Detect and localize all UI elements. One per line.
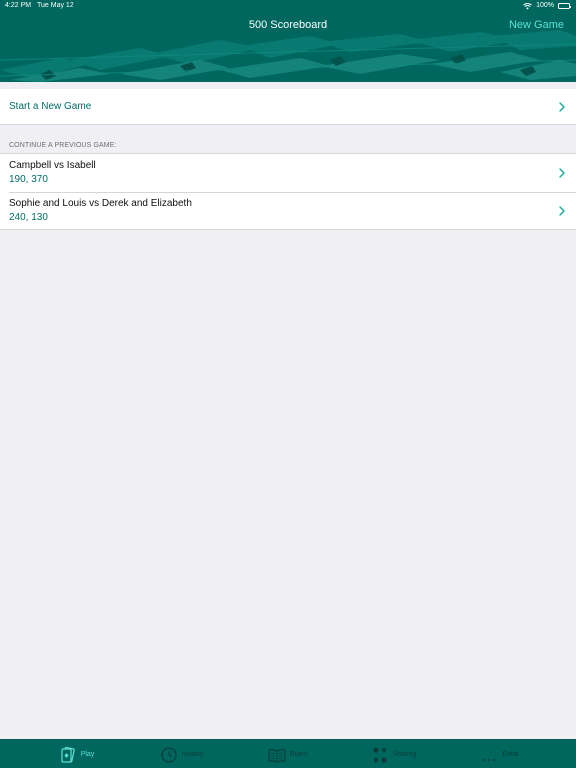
game-score: 240, 130: [9, 211, 48, 223]
tab-play-label: Play: [80, 751, 95, 758]
more-dots-icon: [483, 758, 496, 761]
start-new-game-row[interactable]: Start a New Game: [0, 89, 576, 125]
start-new-game-label: Start a New Game: [9, 101, 92, 112]
battery-percent: 100%: [536, 2, 554, 9]
playing-cards-banner-art: [0, 30, 576, 82]
wifi-icon: [523, 2, 532, 9]
chevron-right-icon: [559, 168, 565, 178]
status-indicators: 100%: [523, 0, 571, 12]
chevron-right-icon: [559, 102, 565, 112]
section-header-continue: CONTINUE A PREVIOUS GAME:: [9, 142, 117, 149]
tab-play[interactable]: Play: [19, 740, 134, 768]
tab-history-label: History: [181, 751, 204, 758]
game-title: Sophie and Louis vs Derek and Elizabeth: [9, 197, 192, 209]
tab-scoring[interactable]: Scoring: [336, 740, 451, 768]
tab-history[interactable]: History: [124, 740, 239, 768]
tab-scoring-label: Scoring: [392, 751, 417, 758]
tab-rules-label: Rules: [289, 751, 308, 758]
game-row[interactable]: Sophie and Louis vs Derek and Elizabeth …: [0, 191, 576, 229]
history-clock-icon: [160, 746, 177, 763]
tab-extra[interactable]: Extra: [442, 740, 557, 768]
play-card-icon: [61, 746, 75, 763]
game-row[interactable]: Campbell vs Isabell 190, 370: [0, 154, 576, 192]
status-bar: 4:22 PM Tue May 12 100%: [0, 0, 576, 12]
game-title: Campbell vs Isabell: [9, 160, 96, 171]
tab-rules[interactable]: Rules: [230, 740, 345, 768]
rules-book-icon: [267, 748, 286, 763]
new-game-button[interactable]: New Game: [509, 18, 564, 32]
status-date: Tue May 12: [37, 2, 74, 9]
game-score: 190, 370: [9, 174, 48, 185]
tab-extra-label: Extra: [502, 751, 519, 758]
navigation-header: 4:22 PM Tue May 12 100% 500 Scoreboard N…: [0, 0, 576, 82]
previous-games-list: Campbell vs Isabell 190, 370 Sophie and …: [0, 153, 576, 230]
battery-icon: [558, 3, 571, 9]
chevron-right-icon: [559, 205, 565, 216]
tab-bar: Play History Rules Scoring Extra: [0, 739, 576, 768]
page-title: 500 Scoreboard: [248, 19, 328, 31]
scoring-suits-icon: [373, 746, 387, 763]
status-time: 4:22 PM: [5, 2, 32, 9]
